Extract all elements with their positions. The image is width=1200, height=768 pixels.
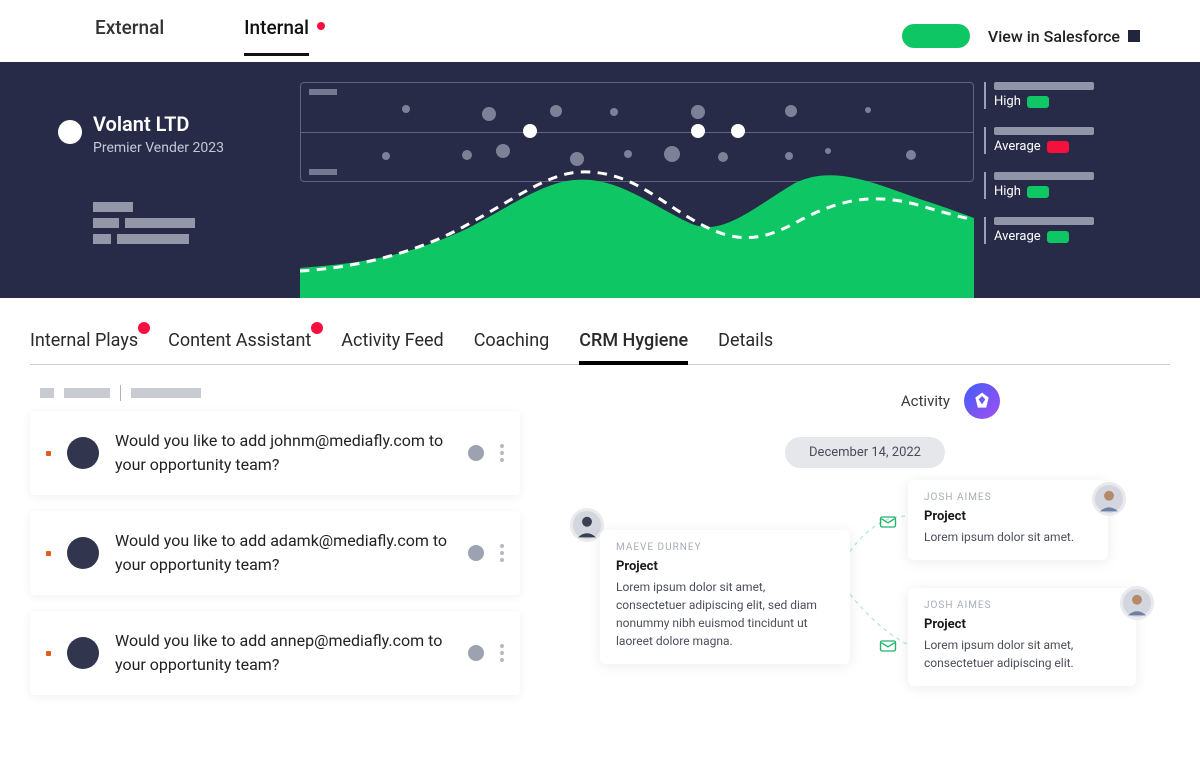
kebab-menu-icon[interactable] (500, 544, 504, 562)
card-text: Would you like to add adamk@mediafly.com… (115, 529, 452, 577)
tab-label: Coaching (474, 330, 550, 351)
message-author: MAEVE DURNEY (616, 542, 834, 553)
company-avatar (58, 120, 82, 144)
company-subtitle: Premier Vender 2023 (93, 140, 300, 156)
tab-content-assistant[interactable]: Content Assistant (168, 330, 311, 364)
external-icon (1128, 30, 1140, 42)
tab-activity-feed[interactable]: Activity Feed (341, 330, 443, 364)
kebab-menu-icon[interactable] (500, 644, 504, 662)
meter-label: High (994, 184, 1021, 199)
card-text: Would you like to add annep@mediafly.com… (115, 629, 452, 677)
avatar (1092, 482, 1126, 516)
meter-chip (1027, 186, 1049, 198)
suggestion-card[interactable]: Would you like to add johnm@mediafly.com… (30, 411, 520, 495)
meter-chip (1047, 231, 1069, 243)
status-icon (468, 645, 484, 661)
tab-label: Internal Plays (30, 330, 138, 351)
tab-crm-hygiene[interactable]: CRM Hygiene (579, 330, 688, 365)
meter-label: High (994, 94, 1021, 109)
priority-bullet-icon (46, 451, 51, 456)
message-author: JOSH AIMES (924, 492, 1092, 503)
tab-details[interactable]: Details (718, 330, 773, 364)
message-body: Lorem ipsum dolor sit amet, consectetuer… (616, 578, 834, 650)
kebab-menu-icon[interactable] (500, 444, 504, 462)
meter-high-2: High (994, 172, 1172, 199)
tab-external[interactable]: External (95, 16, 164, 56)
indicator-dot-icon (317, 22, 325, 30)
priority-bullet-icon (46, 551, 51, 556)
mail-icon (878, 512, 898, 532)
message-title: Project (924, 617, 1120, 632)
brand-badge-icon (964, 383, 1000, 419)
activity-feed: MAEVE DURNEY Project Lorem ipsum dolor s… (560, 488, 1170, 768)
avatar (1120, 586, 1154, 620)
activity-date-pill: December 14, 2022 (785, 437, 945, 468)
area-chart (300, 168, 974, 298)
filter-placeholder (30, 377, 520, 411)
view-in-salesforce-link[interactable]: View in Salesforce (988, 27, 1140, 46)
activity-message[interactable]: MAEVE DURNEY Project Lorem ipsum dolor s… (600, 530, 850, 664)
activity-heading: Activity (901, 392, 950, 410)
suggestion-card[interactable]: Would you like to add annep@mediafly.com… (30, 611, 520, 695)
tab-label: CRM Hygiene (579, 330, 688, 351)
tab-label: Activity Feed (341, 330, 443, 351)
user-avatar (67, 437, 99, 469)
activity-message[interactable]: JOSH AIMES Project Lorem ipsum dolor sit… (908, 588, 1136, 686)
tab-label: External (95, 16, 164, 39)
activity-message[interactable]: JOSH AIMES Project Lorem ipsum dolor sit… (908, 480, 1108, 560)
mail-icon (878, 636, 898, 656)
scope-tabs: External Internal (95, 16, 309, 56)
meter-chip (1027, 96, 1049, 108)
tab-label: Internal (244, 16, 309, 39)
meter-average-1: Average (994, 127, 1172, 154)
hero-chart-area (300, 62, 982, 298)
scatter-strip (300, 82, 974, 182)
card-text: Would you like to add johnm@mediafly.com… (115, 429, 452, 477)
meter-label: Average (994, 139, 1041, 154)
message-title: Project (924, 509, 1092, 524)
tab-internal[interactable]: Internal (244, 16, 309, 56)
meter-high-1: High (994, 82, 1172, 109)
company-name: Volant LTD (93, 112, 300, 136)
tab-label: Details (718, 330, 773, 351)
link-label: View in Salesforce (988, 27, 1120, 46)
meter-stack: High Average High Average (982, 62, 1200, 298)
meter-average-2: Average (994, 217, 1172, 244)
tab-coaching[interactable]: Coaching (474, 330, 550, 364)
message-body: Lorem ipsum dolor sit amet, consectetuer… (924, 636, 1120, 672)
user-avatar (67, 537, 99, 569)
priority-bullet-icon (46, 651, 51, 656)
message-author: JOSH AIMES (924, 600, 1120, 611)
status-icon (468, 445, 484, 461)
message-title: Project (616, 559, 834, 574)
meter-chip (1047, 141, 1069, 153)
user-avatar (67, 637, 99, 669)
suggestion-card[interactable]: Would you like to add adamk@mediafly.com… (30, 511, 520, 595)
detail-tabs: Internal Plays Content Assistant Activit… (30, 330, 1170, 365)
indicator-dot-icon (311, 322, 323, 334)
message-body: Lorem ipsum dolor sit amet. (924, 528, 1092, 546)
status-icon (468, 545, 484, 561)
tab-internal-plays[interactable]: Internal Plays (30, 330, 138, 364)
hero-panel: Volant LTD Premier Vender 2023 (0, 62, 1200, 298)
indicator-dot-icon (138, 322, 150, 334)
meter-label: Average (994, 229, 1041, 244)
status-pill[interactable] (902, 24, 970, 48)
tab-label: Content Assistant (168, 330, 311, 351)
legend-stubs (93, 202, 300, 244)
